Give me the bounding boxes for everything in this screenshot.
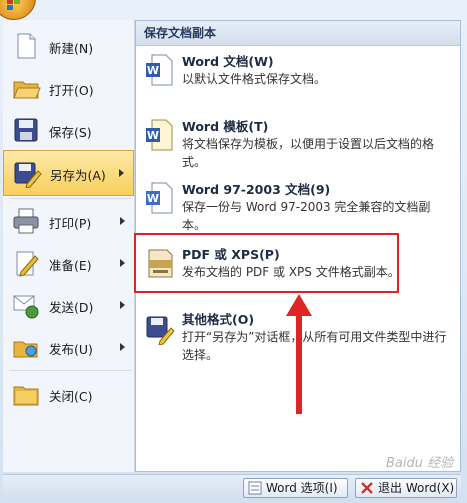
menu-item-prepare[interactable]: 准备(E) bbox=[3, 241, 134, 286]
svg-text:W: W bbox=[147, 192, 159, 205]
panel-header: 保存文档副本 bbox=[136, 21, 460, 46]
menu-item-label: 另存为(A) bbox=[50, 168, 106, 183]
menu-divider bbox=[9, 370, 131, 371]
option-word-97-2003[interactable]: W Word 97-2003 文档(9) 保存一份与 Word 97-2003 … bbox=[136, 179, 460, 239]
menu-item-new[interactable]: 新建(N) bbox=[3, 24, 134, 69]
menu-item-save-as[interactable]: 另存为(A) bbox=[3, 150, 134, 196]
options-icon bbox=[248, 481, 262, 495]
submenu-arrow-icon bbox=[120, 301, 125, 309]
command-menu: 新建(N) 打开(O) 保存(S) 另存为(A) 打印(P) 准备(E) 发送(… bbox=[3, 20, 135, 472]
submenu-arrow-icon bbox=[119, 169, 124, 177]
submenu-arrow-icon bbox=[120, 343, 125, 351]
menu-item-label: 新建(N) bbox=[49, 41, 94, 56]
menu-item-label: 准备(E) bbox=[49, 258, 92, 273]
office-button[interactable] bbox=[0, 0, 36, 20]
option-title: Word 模板(T) bbox=[182, 119, 269, 134]
word-template-icon: W bbox=[146, 119, 173, 151]
office-logo-icon bbox=[7, 0, 20, 10]
other-formats-icon bbox=[146, 316, 175, 345]
option-title: Word 文档(W) bbox=[182, 54, 274, 69]
bottom-bar: Word 选项(I) 退出 Word(X) bbox=[3, 474, 461, 501]
menu-item-label: 打印(P) bbox=[49, 216, 92, 231]
menu-item-send[interactable]: 发送(D) bbox=[3, 283, 134, 328]
save-disk-icon bbox=[14, 118, 38, 142]
publish-icon bbox=[13, 341, 38, 358]
word-options-label: Word 选项(I) bbox=[266, 481, 338, 495]
printer-icon bbox=[13, 208, 39, 234]
close-icon bbox=[361, 482, 373, 494]
menu-item-label: 发布(U) bbox=[49, 342, 93, 357]
menu-item-close[interactable]: 关闭(C) bbox=[3, 372, 134, 417]
menu-item-label: 打开(O) bbox=[49, 83, 94, 98]
prepare-icon bbox=[16, 251, 39, 277]
office-menu-window: 新建(N) 打开(O) 保存(S) 另存为(A) 打印(P) 准备(E) 发送(… bbox=[0, 0, 467, 503]
option-description: 保存一份与 Word 97-2003 完全兼容的文档副本。 bbox=[182, 200, 431, 232]
exit-word-button[interactable]: 退出 Word(X) bbox=[355, 478, 457, 498]
menu-item-label: 保存(S) bbox=[49, 125, 92, 140]
menu-item-print[interactable]: 打印(P) bbox=[3, 199, 134, 244]
option-description: 以默认文件格式保存文档。 bbox=[182, 72, 327, 86]
send-icon bbox=[13, 295, 39, 319]
option-title: 其他格式(O) bbox=[182, 312, 255, 327]
svg-text:W: W bbox=[147, 129, 159, 142]
submenu-arrow-icon bbox=[120, 217, 125, 225]
option-description: 将文档保存为模板，以便用于设置以后文档的格式。 bbox=[182, 137, 435, 169]
exit-word-label: 退出 Word(X) bbox=[378, 481, 455, 495]
menu-item-label: 发送(D) bbox=[49, 300, 94, 315]
option-word-template[interactable]: W Word 模板(T) 将文档保存为模板，以便用于设置以后文档的格式。 bbox=[136, 116, 460, 176]
word-97-2003-icon: W bbox=[146, 182, 173, 214]
close-folder-icon bbox=[13, 386, 39, 406]
highlight-box bbox=[134, 233, 399, 293]
option-title: Word 97-2003 文档(9) bbox=[182, 182, 331, 197]
option-description: 打开“另存为”对话框，从所有可用文件类型中进行选择。 bbox=[182, 330, 447, 362]
watermark: Baidu 经验 bbox=[386, 456, 454, 471]
menu-item-save[interactable]: 保存(S) bbox=[3, 108, 134, 153]
open-folder-icon bbox=[13, 81, 41, 99]
submenu-arrow-icon bbox=[120, 259, 125, 267]
menu-item-publish[interactable]: 发布(U) bbox=[3, 325, 134, 370]
option-word-document[interactable]: W Word 文档(W) 以默认文件格式保存文档。 bbox=[136, 51, 460, 93]
svg-text:W: W bbox=[147, 64, 159, 77]
word-document-icon: W bbox=[146, 54, 173, 86]
menu-item-label: 关闭(C) bbox=[49, 389, 93, 404]
menu-item-open[interactable]: 打开(O) bbox=[3, 66, 134, 111]
word-options-button[interactable]: Word 选项(I) bbox=[243, 478, 348, 498]
annotation-arrow-shaft bbox=[296, 306, 302, 414]
new-document-icon bbox=[17, 33, 36, 59]
save-as-icon bbox=[14, 162, 42, 188]
